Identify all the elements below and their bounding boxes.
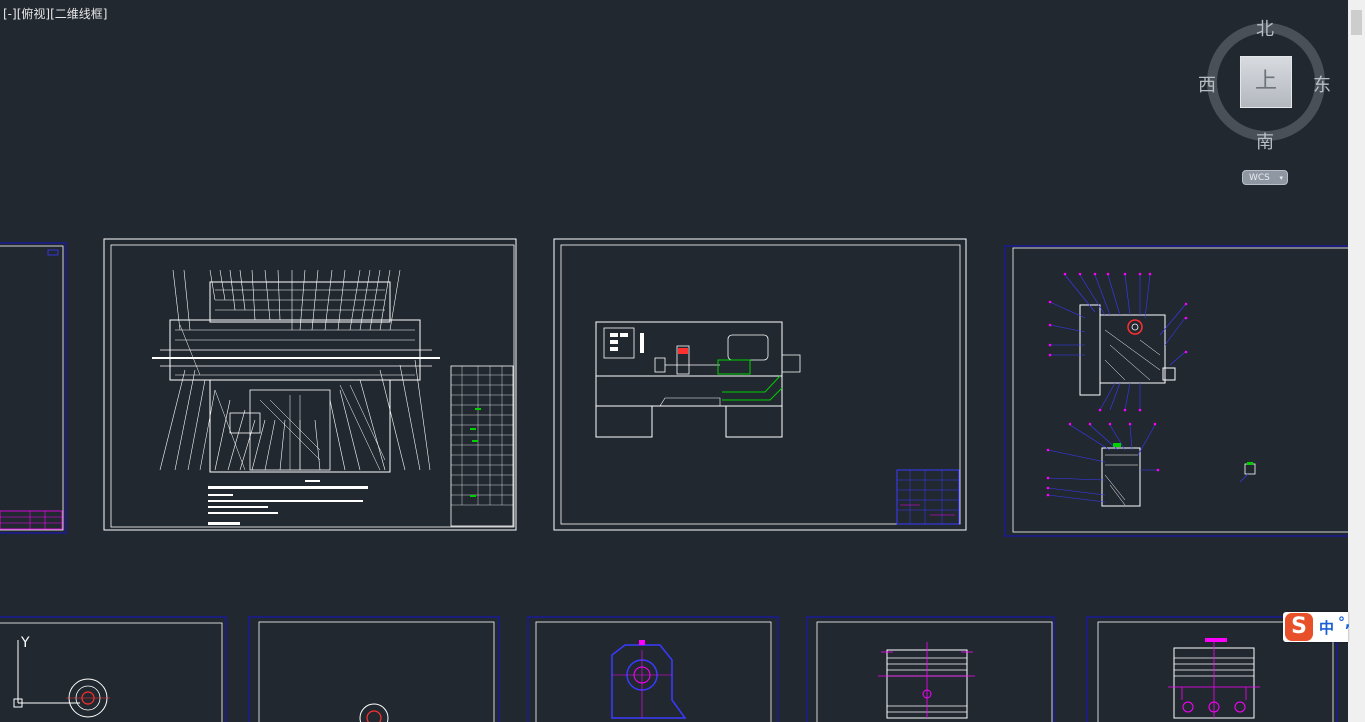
drawing-canvas[interactable]: Y	[0, 0, 1348, 722]
vertical-scrollbar[interactable]	[1348, 0, 1365, 722]
drawing-sheet-8[interactable]	[806, 616, 1055, 722]
viewcube-top-face[interactable]: 上	[1240, 56, 1292, 108]
drawing-sheet-7[interactable]	[527, 616, 779, 722]
compass-east[interactable]: 东	[1313, 71, 1331, 97]
compass-south[interactable]: 南	[1256, 128, 1274, 154]
drawing-sheet-6[interactable]	[248, 616, 500, 722]
ime-punctuation-mode[interactable]: °,	[1338, 615, 1350, 631]
viewcube[interactable]: 北 南 东 西 上 WCS ▾	[1190, 8, 1345, 193]
scrollbar-thumb[interactable]	[1351, 10, 1362, 35]
viewport-controls-label: [-][俯视][二维线框]	[3, 5, 107, 22]
viewport-control-menu[interactable]: [-]	[3, 7, 17, 21]
drawing-sheet-5[interactable]: Y	[0, 616, 227, 722]
drawing-sheet-3[interactable]	[553, 238, 967, 531]
compass-north[interactable]: 北	[1256, 15, 1274, 41]
svg-text:Y: Y	[20, 635, 30, 651]
wcs-menu-button[interactable]: WCS ▾	[1242, 170, 1288, 185]
view-direction-menu[interactable]: [俯视]	[17, 7, 50, 21]
drawing-sheet-2[interactable]	[103, 238, 517, 531]
visual-style-menu[interactable]: [二维线框]	[50, 7, 107, 21]
drawing-sheet-1[interactable]	[0, 242, 67, 534]
ime-language-mode[interactable]: 中	[1319, 617, 1334, 638]
sogou-logo-icon[interactable]: S	[1285, 613, 1313, 641]
chevron-down-icon: ▾	[1279, 174, 1283, 182]
ime-toolbar[interactable]: S 中 °,	[1283, 612, 1350, 642]
wcs-label: WCS	[1249, 173, 1270, 183]
drawing-sheet-4[interactable]	[1004, 245, 1348, 537]
compass-west[interactable]: 西	[1198, 71, 1216, 97]
viewcube-face-label: 上	[1254, 69, 1277, 94]
